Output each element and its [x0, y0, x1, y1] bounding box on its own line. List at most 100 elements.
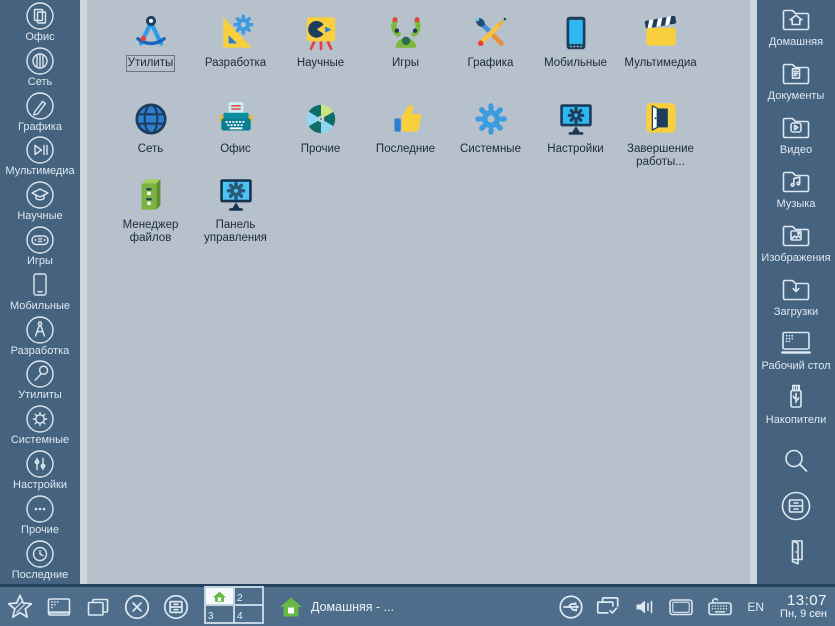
- workspace-number: 2: [237, 593, 243, 604]
- right-panel-edge: [750, 0, 757, 584]
- display-tray-button[interactable]: [666, 594, 696, 620]
- pictures-folder-icon: [782, 225, 810, 247]
- sidebar-item-graphics[interactable]: Графика: [0, 91, 80, 136]
- place-label: Изображения: [761, 252, 831, 264]
- app-label: Панель управления: [204, 219, 267, 244]
- place-desktop[interactable]: Рабочий стол: [757, 326, 835, 380]
- place-label: Загрузки: [773, 306, 819, 318]
- sidebar-item-utilities[interactable]: Утилиты: [0, 359, 80, 404]
- sidebar-item-misc[interactable]: Прочие: [0, 494, 80, 539]
- app-system[interactable]: Системные: [448, 98, 533, 174]
- clock-icon: [26, 539, 54, 568]
- taskbar-clock[interactable]: 13:07 Пн, 9 сен: [780, 593, 827, 620]
- app-multimedia[interactable]: Мультимедиа: [618, 12, 703, 98]
- home-icon: [280, 597, 302, 616]
- close-icon: [124, 594, 150, 619]
- sidebar-item-science[interactable]: Научные: [0, 180, 80, 225]
- drawer-icon: [781, 491, 811, 521]
- sidebar-item-label: Мультимедиа: [5, 165, 75, 178]
- sidebar-item-office[interactable]: Офис: [0, 1, 80, 46]
- sidebar-item-label: Научные: [17, 210, 63, 223]
- window-list-button[interactable]: [83, 593, 113, 621]
- thumbs-up-icon: [393, 105, 421, 132]
- workspace-3[interactable]: 3: [205, 605, 234, 623]
- show-desktop-button[interactable]: [44, 593, 74, 621]
- app-utilities[interactable]: Утилиты: [108, 12, 193, 98]
- place-drives[interactable]: Накопители: [757, 380, 835, 434]
- sidebar-item-development[interactable]: Разработка: [0, 315, 80, 360]
- sidebar-item-settings[interactable]: Настройки: [0, 449, 80, 494]
- usb-tray-button[interactable]: [557, 593, 585, 621]
- archive-button[interactable]: [757, 484, 835, 528]
- file-cabinet-icon: [141, 179, 160, 210]
- app-development[interactable]: Разработка: [193, 12, 278, 98]
- place-music[interactable]: Музыка: [757, 164, 835, 218]
- downloads-folder-icon: [782, 279, 810, 301]
- app-games[interactable]: Игры: [363, 12, 448, 98]
- exit-door-icon: [645, 103, 676, 133]
- app-graphics[interactable]: Графика: [448, 12, 533, 98]
- tablet-icon: [669, 598, 694, 615]
- left-panel-edge: [80, 0, 87, 584]
- desktop-screen: Офис Сеть Графика Мультимедиа Научные Иг…: [0, 0, 835, 626]
- place-label: Накопители: [765, 414, 827, 426]
- network-icon: [26, 47, 54, 75]
- place-documents[interactable]: Документы: [757, 56, 835, 110]
- place-label: Рабочий стол: [761, 360, 831, 372]
- app-label: Последние: [375, 143, 436, 155]
- app-shutdown[interactable]: Завершение работы...: [618, 98, 703, 174]
- wrench-icon: [26, 360, 54, 389]
- app-mobile[interactable]: Мобильные: [533, 12, 618, 98]
- workspace-2[interactable]: 2: [234, 587, 263, 605]
- sliders-icon: [26, 450, 54, 478]
- system-tray: EN 13:07 Пн, 9 сен: [557, 593, 827, 621]
- place-videos[interactable]: Видео: [757, 110, 835, 164]
- drawer-icon: [163, 594, 189, 619]
- keyboard-tray-button[interactable]: [705, 593, 735, 621]
- setsquare-gear-icon: [222, 14, 253, 48]
- app-misc[interactable]: Прочие: [278, 98, 363, 174]
- workspace-number: 3: [208, 611, 214, 622]
- display-settings-tray-button[interactable]: [594, 593, 622, 621]
- sidebar-item-mobile[interactable]: Мобильные: [0, 270, 80, 315]
- workspace-1[interactable]: [205, 587, 234, 605]
- sidebar-actions: [757, 440, 835, 572]
- sidebar-item-label: Игры: [27, 254, 53, 267]
- place-downloads[interactable]: Загрузки: [757, 272, 835, 326]
- app-label: Менеджер файлов: [122, 219, 179, 244]
- gear-icon: [474, 103, 507, 135]
- sidebar-item-games[interactable]: Игры: [0, 225, 80, 270]
- app-label: Офис: [220, 143, 251, 155]
- language-indicator[interactable]: EN: [747, 600, 764, 614]
- app-label: Завершение работы...: [627, 143, 694, 168]
- app-network[interactable]: Сеть: [108, 98, 193, 174]
- app-control-panel[interactable]: Панель управления: [193, 174, 278, 264]
- place-label: Документы: [767, 90, 825, 102]
- menu-button[interactable]: [5, 592, 35, 622]
- place-home[interactable]: Домашняя: [757, 2, 835, 56]
- app-settings[interactable]: Настройки: [533, 98, 618, 174]
- app-recent[interactable]: Последние: [363, 98, 448, 174]
- app-science[interactable]: Научные: [278, 12, 363, 98]
- workspace-4[interactable]: 4: [234, 605, 263, 623]
- sidebar-item-multimedia[interactable]: Мультимедиа: [0, 135, 80, 180]
- sidebar-item-recent[interactable]: Последние: [0, 539, 80, 584]
- app-label: Сеть: [137, 143, 164, 155]
- sidebar-item-label: Офис: [25, 31, 55, 43]
- desktop-icon: [781, 331, 811, 354]
- exit-button[interactable]: [757, 528, 835, 572]
- sidebar-item-system[interactable]: Системные: [0, 404, 80, 449]
- app-file-manager[interactable]: Менеджер файлов: [108, 174, 193, 264]
- category-sidebar: Офис Сеть Графика Мультимедиа Научные Иг…: [0, 0, 80, 584]
- drafting-compass-icon: [135, 15, 166, 46]
- brush-pencil-icon: [474, 17, 506, 47]
- app-office[interactable]: Офис: [193, 98, 278, 174]
- place-pictures[interactable]: Изображения: [757, 218, 835, 272]
- sidebar-item-label: Последние: [11, 568, 69, 581]
- volume-tray-button[interactable]: [631, 594, 657, 620]
- archive-tray-button[interactable]: [161, 592, 191, 622]
- sidebar-item-network[interactable]: Сеть: [0, 46, 80, 91]
- search-button[interactable]: [757, 440, 835, 484]
- close-window-button[interactable]: [122, 592, 152, 622]
- taskbar-window-button[interactable]: Домашняя - ...: [278, 595, 394, 619]
